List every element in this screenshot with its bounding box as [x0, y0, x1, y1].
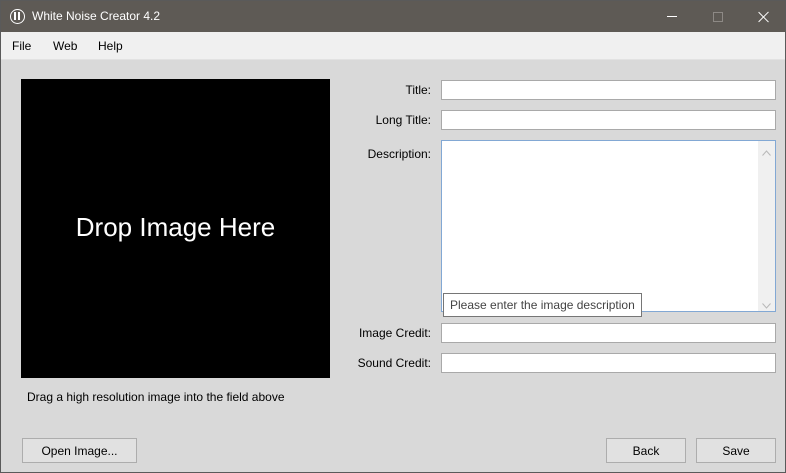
description-label: Description: — [367, 147, 431, 161]
close-icon — [758, 11, 770, 23]
back-button[interactable]: Back — [606, 438, 686, 463]
main-window: White Noise Creator 4.2 File Web Help Dr… — [0, 0, 786, 473]
description-scrollbar[interactable] — [758, 141, 775, 311]
minimize-button[interactable] — [649, 1, 695, 32]
menu-file[interactable]: File — [12, 39, 31, 53]
window-title: White Noise Creator 4.2 — [32, 9, 161, 23]
open-image-button[interactable]: Open Image... — [22, 438, 137, 463]
menu-help[interactable]: Help — [98, 39, 123, 53]
drop-hint: Drag a high resolution image into the fi… — [27, 390, 285, 404]
scroll-down-icon[interactable] — [762, 298, 771, 309]
headphones-icon — [10, 9, 25, 24]
close-button[interactable] — [741, 1, 786, 32]
title-label: Title: — [405, 83, 431, 97]
title-input[interactable] — [441, 80, 776, 100]
drop-zone-label: Drop Image Here — [75, 212, 276, 242]
maximize-icon — [713, 11, 723, 22]
long-title-label: Long Title: — [375, 113, 431, 127]
sound-credit-input[interactable] — [441, 353, 776, 373]
description-tooltip: Please enter the image description — [443, 293, 642, 317]
menu-bar: File Web Help — [1, 32, 785, 60]
maximize-button[interactable] — [695, 1, 741, 32]
save-button[interactable]: Save — [696, 438, 776, 463]
scroll-up-icon[interactable] — [762, 145, 771, 156]
image-drop-zone[interactable]: Drop Image Here — [21, 79, 330, 378]
menu-web[interactable]: Web — [53, 39, 77, 53]
image-credit-input[interactable] — [441, 323, 776, 343]
sound-credit-label: Sound Credit: — [357, 356, 431, 370]
description-textarea[interactable] — [441, 140, 776, 312]
minimize-icon — [667, 16, 677, 17]
image-credit-label: Image Credit: — [358, 326, 431, 340]
long-title-input[interactable] — [441, 110, 776, 130]
title-bar[interactable]: White Noise Creator 4.2 — [1, 1, 785, 32]
